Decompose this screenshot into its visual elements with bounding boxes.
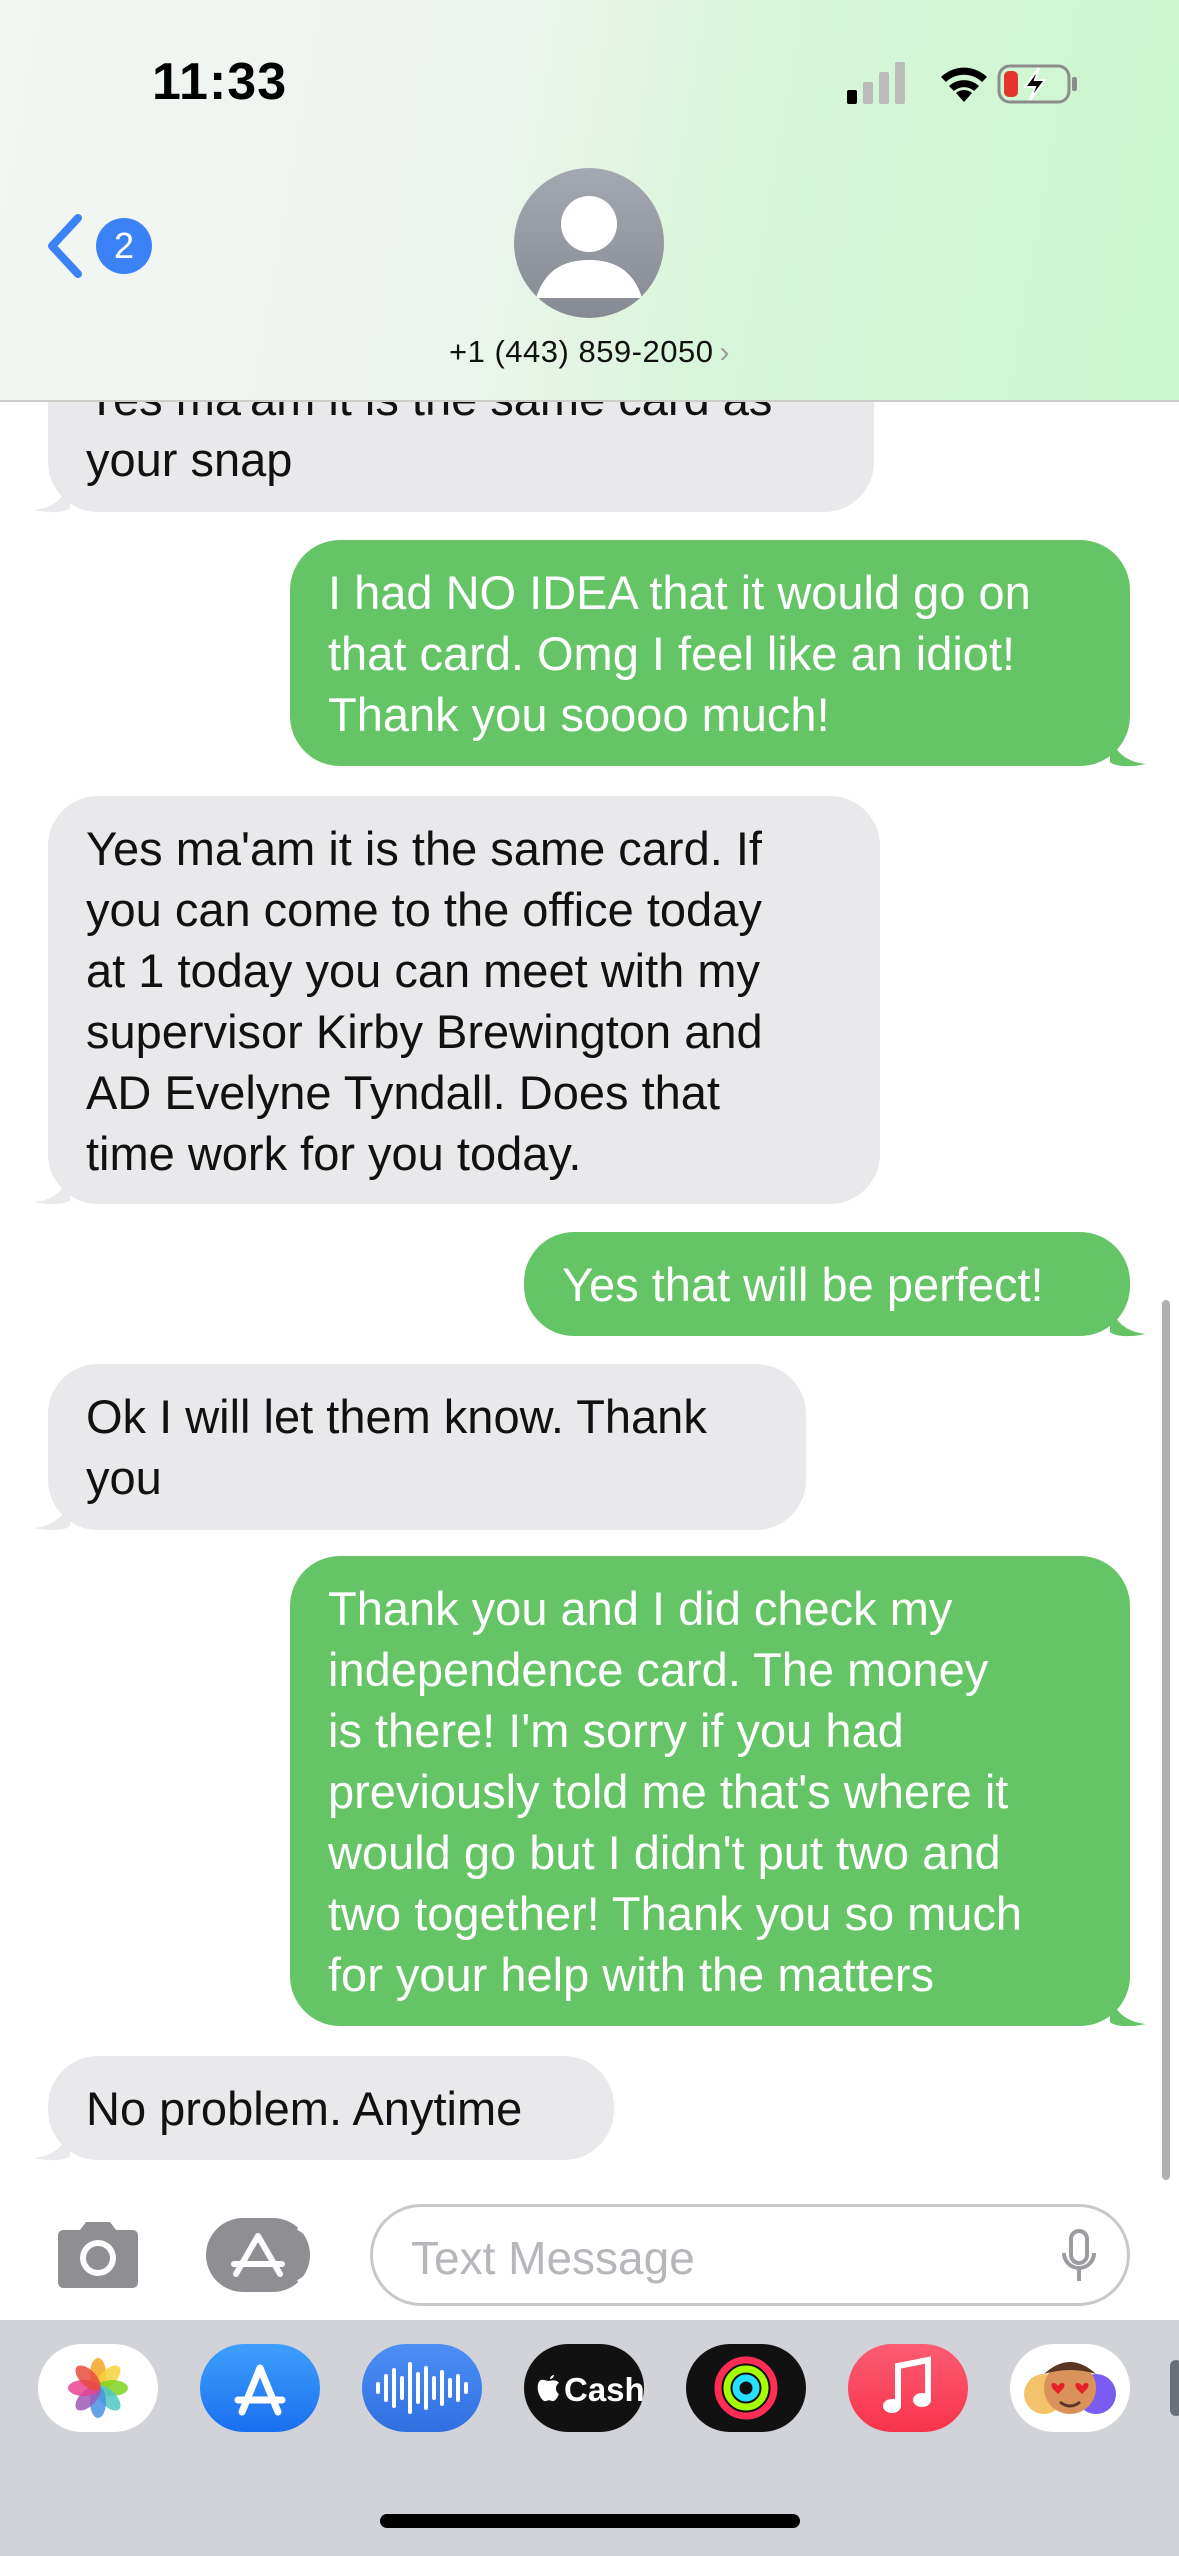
- battery-charging-icon: [997, 64, 1077, 104]
- apple-logo-icon: [537, 2375, 559, 2402]
- home-indicator[interactable]: [380, 2514, 800, 2528]
- cellular-signal-icon: [847, 62, 905, 104]
- memoji-app-button[interactable]: [1010, 2344, 1130, 2432]
- memoji-stickers-icon: [1024, 2362, 1116, 2414]
- waveform-icon: [376, 2362, 468, 2414]
- bubble-tail: [34, 474, 70, 513]
- apple-cash-app-button[interactable]: Cash: [524, 2344, 644, 2432]
- scroll-indicator[interactable]: [1162, 1300, 1170, 2180]
- photos-icon: [68, 2358, 128, 2418]
- app-store-icon: [234, 2364, 286, 2416]
- bubble-tail: [1110, 1298, 1146, 1337]
- music-app-button[interactable]: [848, 2344, 968, 2432]
- sent-message[interactable]: I had NO IDEA that it would go on that c…: [290, 540, 1130, 766]
- app-store-app-button[interactable]: [200, 2344, 320, 2432]
- wifi-icon: [941, 67, 987, 102]
- audio-message-app-button[interactable]: [362, 2344, 482, 2432]
- app-store-icon: [231, 2226, 317, 2284]
- person-placeholder-icon: [536, 196, 642, 298]
- cash-label: Cash: [564, 2371, 644, 2408]
- sent-message[interactable]: Yes that will be perfect!: [524, 1232, 1130, 1336]
- bubble-tail: [34, 2122, 70, 2161]
- activity-rings-icon: [714, 2356, 778, 2420]
- camera-icon: [58, 2222, 138, 2288]
- conversation-header: 11:33 2 +1 (443) 859-2050 ›: [0, 0, 1179, 402]
- unread-count-badge: 2: [96, 218, 152, 274]
- chevron-left-icon: [48, 214, 82, 278]
- bubble-tail: [34, 1492, 70, 1531]
- apps-button[interactable]: [206, 2218, 317, 2292]
- contact-avatar[interactable]: [514, 168, 664, 318]
- bubble-tail: [1110, 728, 1146, 767]
- microphone-icon[interactable]: [1061, 2229, 1097, 2285]
- music-note-icon: [883, 2356, 931, 2413]
- back-button[interactable]: 2: [44, 212, 154, 282]
- received-message[interactable]: Yes ma'am it is the same card. If you ca…: [48, 796, 880, 1204]
- activity-app-button[interactable]: [686, 2344, 806, 2432]
- sent-message[interactable]: Thank you and I did check my independenc…: [290, 1556, 1130, 2026]
- photos-app-button[interactable]: [38, 2344, 158, 2432]
- next-app-peek[interactable]: [1170, 2360, 1179, 2416]
- bubble-tail: [1110, 1988, 1146, 2027]
- received-message[interactable]: No problem. Anytime: [48, 2056, 614, 2160]
- message-input-placeholder: Text Message: [411, 2232, 695, 2284]
- chevron-right-icon: ›: [719, 336, 730, 369]
- contact-name[interactable]: +1 (443) 859-2050 ›: [0, 334, 1179, 370]
- status-time: 11:33: [152, 53, 288, 111]
- received-message[interactable]: Ok I will let them know. Thank you: [48, 1364, 806, 1530]
- bubble-tail: [34, 1166, 70, 1205]
- message-input[interactable]: Text Message: [370, 2204, 1130, 2306]
- camera-button[interactable]: [52, 2220, 144, 2290]
